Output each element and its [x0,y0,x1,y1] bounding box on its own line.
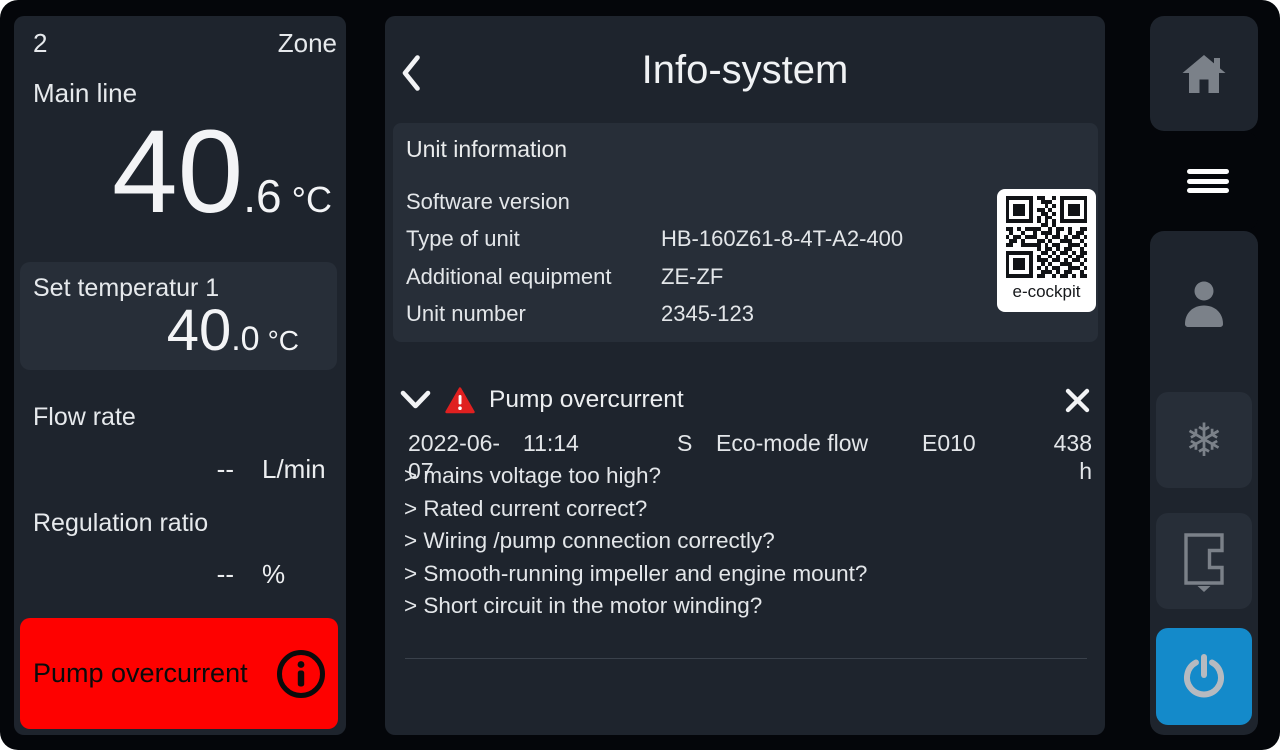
sidebar-top-segment [1150,16,1258,131]
info-label: Additional equipment [406,264,661,290]
collapse-alarm-button[interactable] [400,390,431,410]
page-title: Info-system [385,46,1105,94]
info-row-additional-equipment: Additional equipment ZE-ZF [406,258,978,296]
alarm-troubleshooting-list: > mains voltage too high? > Rated curren… [404,460,867,623]
info-label: Type of unit [406,226,661,252]
temperature-unit: °C [292,179,332,221]
regulation-ratio-value-row: -- % [14,559,340,589]
info-icon [276,649,326,699]
troubleshooting-item: > Wiring /pump connection correctly? [404,525,867,558]
e-cockpit-qr-card: e-cockpit [997,189,1096,312]
main-line-temperature: 40 .6 °C [112,112,332,232]
unit-information-heading: Unit information [406,136,567,163]
zone-number: 2 [33,28,47,58]
troubleshooting-item: > mains voltage too high? [404,460,867,493]
info-value: 2345-123 [661,301,978,327]
alarm-code: E010 [922,429,1042,485]
temperature-integer: 40 [112,112,243,232]
zone-panel: 2 Zone Main line 40 .6 °C Set temperatur… [14,16,346,735]
cooling-button[interactable]: ❄ [1156,392,1252,488]
unit-information-rows: Software version Type of unit HB-160Z61-… [406,183,978,333]
info-label: Unit number [406,301,661,327]
info-system-panel: Info-system Unit information Software ve… [385,16,1105,735]
set-temp-decimal: .0 [231,320,259,359]
alarm-header: Pump overcurrent [400,378,1091,422]
flow-rate-value: -- [217,454,234,484]
mold-icon [1178,530,1230,592]
main-line-label: Main line [33,78,137,108]
power-icon [1181,654,1227,700]
sidebar-bottom-segment: ❄ [1150,231,1258,735]
flow-rate-value-row: -- L/min [14,454,340,484]
troubleshooting-item: > Short circuit in the motor winding? [404,590,867,623]
flow-rate-unit: L/min [262,454,340,484]
troubleshooting-item: > Rated current correct? [404,493,867,526]
close-icon [1064,387,1091,414]
regulation-ratio-label: Regulation ratio [33,508,208,538]
alarm-title: Pump overcurrent [489,386,684,414]
info-row-unit-number: Unit number 2345-123 [406,296,978,334]
qr-code-image [1006,196,1088,278]
set-temp-unit: °C [268,325,299,357]
user-button[interactable] [1150,276,1258,332]
set-temp-integer: 40 [167,302,232,360]
close-alarm-button[interactable] [1064,387,1091,414]
info-value: ZE-ZF [661,264,978,290]
pump-overcurrent-alert-button[interactable]: Pump overcurrent [20,618,338,729]
info-label: Software version [406,189,661,215]
chevron-down-icon [400,390,431,410]
device-screen: 2 Zone Main line 40 .6 °C Set temperatur… [0,0,1280,750]
temperature-decimal: .6 [243,169,281,223]
menu-icon [1187,165,1258,198]
info-value: HB-160Z61-8-4T-A2-400 [661,226,978,252]
qr-code-label: e-cockpit [997,282,1096,302]
section-divider [405,658,1087,659]
power-button[interactable] [1156,628,1252,725]
troubleshooting-item: > Smooth-running impeller and engine mou… [404,558,867,591]
regulation-ratio-unit: % [262,559,340,589]
alarm-operating-hours: 438 h [1042,429,1092,485]
zone-header: 2 Zone [33,28,337,58]
home-button[interactable] [1150,16,1258,131]
regulation-ratio-value: -- [217,559,234,589]
flow-rate-label: Flow rate [33,402,136,432]
set-temperature-box[interactable]: Set temperatur 1 40 .0 °C [20,262,337,370]
unit-information-card: Unit information Software version Type o… [393,123,1098,342]
home-icon [1180,53,1228,95]
alert-button-label: Pump overcurrent [33,658,248,689]
user-icon [1181,280,1227,328]
zone-label: Zone [278,28,337,58]
snowflake-icon: ❄ [1185,417,1224,463]
info-row-software-version: Software version [406,183,978,221]
mold-button[interactable] [1156,513,1252,609]
info-row-type-of-unit: Type of unit HB-160Z61-8-4T-A2-400 [406,221,978,259]
menu-button-active[interactable] [1105,131,1258,231]
warning-triangle-icon [445,387,475,414]
set-temperature-value: 40 .0 °C [167,302,299,360]
